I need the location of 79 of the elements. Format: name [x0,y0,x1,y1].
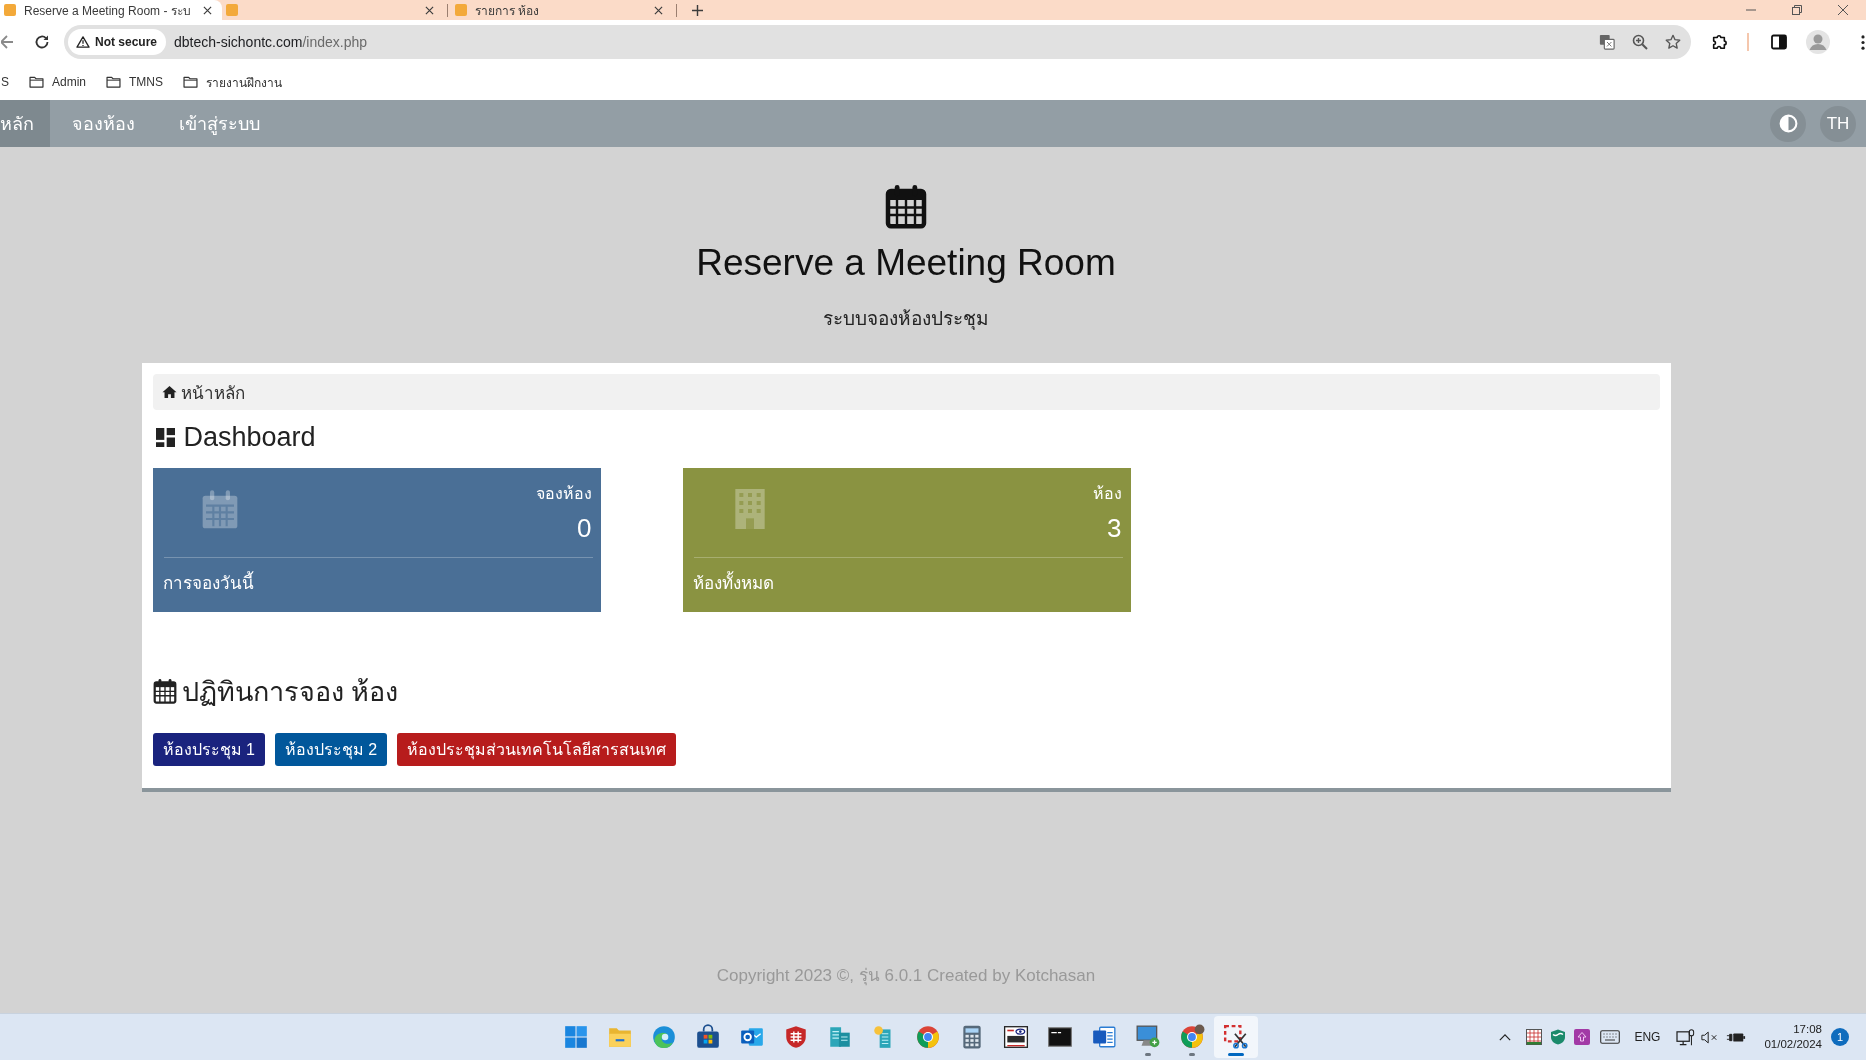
reload-icon[interactable] [34,34,50,50]
warning-icon [76,36,90,48]
translate-icon[interactable] [1599,34,1615,50]
stat-label: จองห้อง [535,484,592,504]
swirl-logo-icon [651,1024,677,1050]
checkered-square-icon[interactable] [1526,1029,1543,1045]
page-title: Reserve a Meeting Room [696,241,1116,285]
page-favicon-icon [226,4,238,16]
profile-avatar-icon[interactable] [1806,30,1830,54]
keyboard-icon[interactable] [1600,1030,1621,1044]
folder-icon [183,76,199,88]
breadcrumb-link[interactable]: หน้าหลัก [161,378,245,406]
document-icon [1091,1024,1117,1050]
back-arrow-icon[interactable] [1,35,13,49]
room-button[interactable]: ห้องประชุม 1 [152,733,265,766]
page-favicon-icon [4,4,16,16]
contrast-icon [1778,114,1798,133]
calendar-icon [885,183,927,229]
clock-time[interactable]: 17:08 [1793,1022,1822,1037]
section-heading: ปฏิทินการจอง ห้อง [181,675,398,709]
taskbar-button[interactable] [1214,1016,1258,1058]
bookmark-item[interactable]: S [1,75,9,89]
nav-link[interactable]: หลัก [0,100,50,147]
side-panel-icon[interactable] [1771,34,1787,50]
battery-icon[interactable] [1726,1030,1747,1044]
home-icon [161,385,177,399]
theme-toggle-button[interactable] [1770,105,1806,142]
dashboard-icon [155,427,175,447]
shield-icon[interactable] [1550,1029,1567,1045]
upload-icon[interactable] [1574,1029,1591,1045]
input-language-indicator[interactable]: ENG [1634,1030,1661,1044]
more-menu-icon[interactable] [1861,34,1865,50]
puzzle-icon[interactable] [1711,34,1727,50]
stat-caption: ห้องทั้งหมด [682,558,1131,610]
chrome-icon [915,1024,941,1050]
four-squares-icon [563,1024,589,1050]
room-button[interactable]: ห้องประชุมส่วนเทคโนโลยีสารสนเทศ [397,733,677,766]
close-icon[interactable] [203,5,212,15]
chrome-icon [1179,1024,1205,1050]
network-icon[interactable] [1676,1028,1696,1046]
notification-badge[interactable]: 1 [1831,1028,1849,1046]
bookmark-item[interactable]: Admin [29,75,87,89]
folder-icon [29,76,44,88]
stat-value: 0 [577,513,592,543]
eye-logo-icon [1003,1024,1029,1050]
restore-icon[interactable] [1792,5,1802,15]
url-text: dbtech-sichontc.com/index.php [174,34,368,50]
copyright-text: Copyright 2023 ©, รุ่น 6.0.1 Created by Kotchasan [716,965,1096,988]
browser-tab[interactable]: Reserve a Meeting Room - ระบ [0,0,222,20]
page-favicon-icon [455,4,467,16]
muted-speaker-icon[interactable] [1701,1030,1720,1044]
site-info-button[interactable]: Not secure [68,29,167,55]
close-icon[interactable] [425,5,434,15]
close-icon[interactable] [1838,5,1848,15]
folder-icon [106,76,122,88]
star-icon[interactable] [1665,34,1681,50]
section-heading: Dashboard [183,421,316,453]
shield-icon [783,1024,809,1050]
browser-tab[interactable]: รายการ ห้อง [451,0,673,20]
terminal-icon [1047,1024,1073,1050]
bookmark-item[interactable]: TMNS [106,75,164,89]
scissors-icon [1223,1024,1249,1050]
chevron-up-icon[interactable] [1499,1033,1512,1041]
address-bar[interactable]: Not secure dbtech-sichontc.com/index.php [64,25,1691,59]
calendar-icon [152,678,177,704]
clock-date[interactable]: 01/02/2024 [1764,1037,1822,1052]
stat-caption: การจองวันนี้ [152,558,601,610]
stat-label: ห้อง [1092,484,1122,504]
close-icon[interactable] [654,5,663,15]
server-stack-icon [827,1024,853,1050]
page-subtitle: ระบบจองห้องประชุม [823,307,989,332]
monitor-icon [1135,1024,1161,1050]
calendar-icon [200,489,239,529]
plus-icon[interactable] [692,4,703,16]
bookmark-item[interactable]: รายงานฝึกงาน [183,72,283,92]
room-button[interactable]: ห้องประชุม 2 [274,733,388,766]
shopping-bag-icon [695,1024,721,1050]
zoom-in-icon[interactable] [1632,34,1648,50]
stat-value: 3 [1107,513,1122,543]
